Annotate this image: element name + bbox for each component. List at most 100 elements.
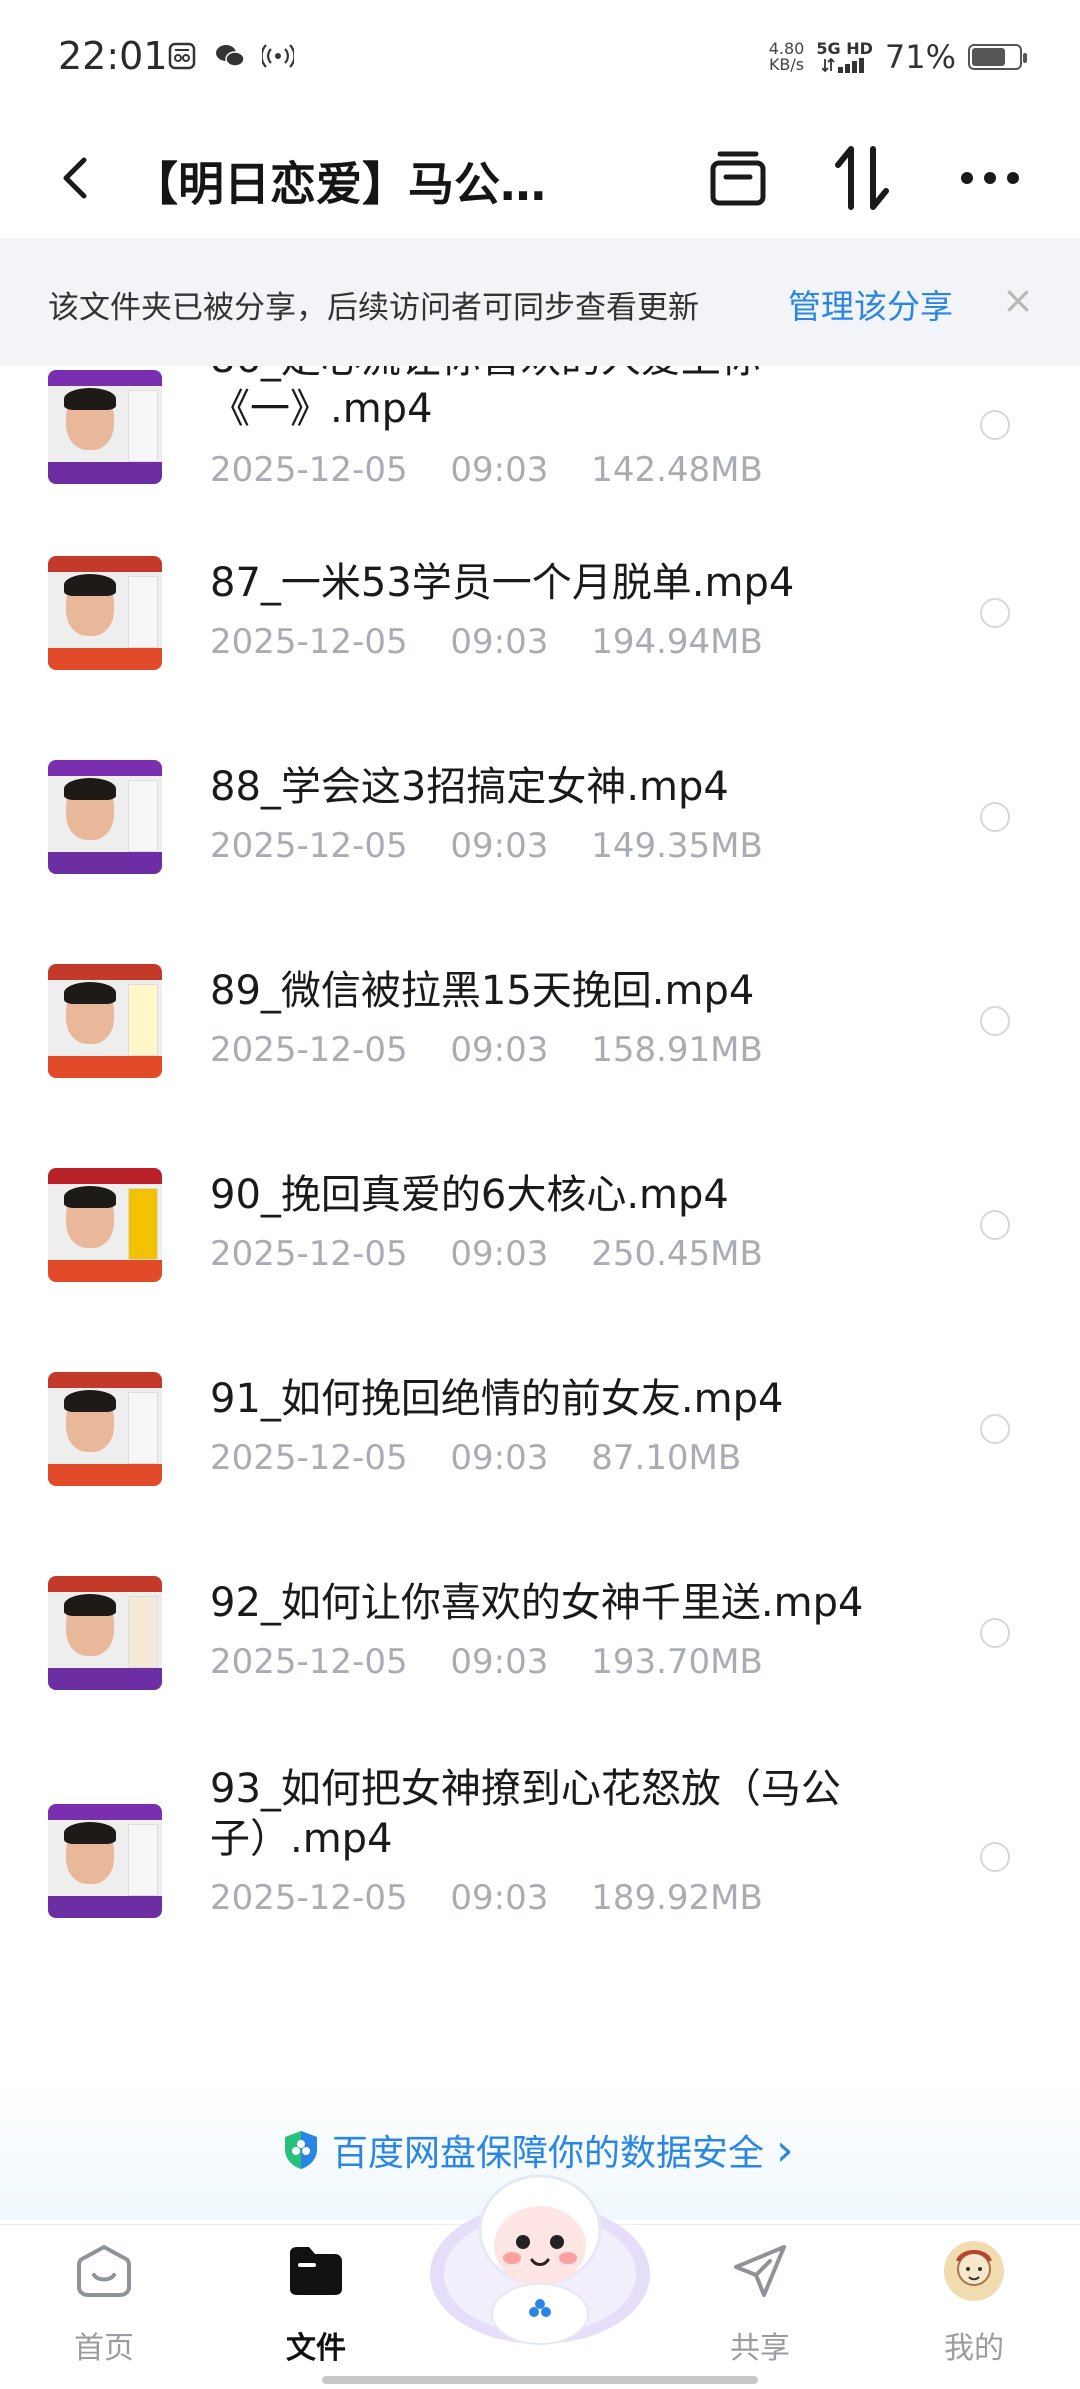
video-thumbnail xyxy=(48,760,162,874)
file-time: 09:03 xyxy=(450,450,549,490)
file-name: 93_如何把女神撩到心花怒放（马公 子）.mp4 xyxy=(210,1764,910,1864)
manage-share-link[interactable]: 管理该分享 xyxy=(788,280,953,328)
back-arrow-icon xyxy=(63,157,87,199)
video-thumbnail xyxy=(48,1168,162,1282)
tab-label: 首页 xyxy=(74,2331,134,2366)
archive-button[interactable] xyxy=(702,142,774,214)
list-item[interactable]: 87_一米53学员一个月脱单.mp4 2025-12-05 09:03 194.… xyxy=(0,556,1080,706)
file-size: 250.45MB xyxy=(591,1234,763,1274)
select-checkbox[interactable] xyxy=(980,802,1010,832)
file-name-line2: 《一》.mp4 xyxy=(210,386,433,432)
file-meta: 2025-12-05 09:03 158.91MB xyxy=(210,1030,763,1070)
tab-home[interactable]: 首页 xyxy=(34,2239,174,2369)
tab-files[interactable]: 文件 xyxy=(246,2239,386,2369)
list-item[interactable]: 91_如何挽回绝情的前女友.mp4 2025-12-05 09:03 87.10… xyxy=(0,1372,1080,1522)
sort-button[interactable] xyxy=(826,142,898,214)
list-item[interactable]: 89_微信被拉黑15天挽回.mp4 2025-12-05 09:03 158.9… xyxy=(0,964,1080,1114)
select-checkbox[interactable] xyxy=(980,1210,1010,1240)
file-time: 09:03 xyxy=(450,1438,549,1478)
home-icon xyxy=(72,2239,136,2303)
file-time: 09:03 xyxy=(450,622,549,662)
sort-icon xyxy=(835,146,889,210)
file-name-line1: 93_如何把女神撩到心花怒放（马公 xyxy=(210,1766,841,1812)
file-date: 2025-12-05 xyxy=(210,1642,408,1682)
notification-icons xyxy=(166,40,294,72)
list-item[interactable]: 90_挽回真爱的6大核心.mp4 2025-12-05 09:03 250.45… xyxy=(0,1168,1080,1318)
select-checkbox[interactable] xyxy=(980,1842,1010,1872)
share-notice-text: 该文件夹已被分享，后续访问者可同步查看更新 xyxy=(48,290,699,326)
file-name-line2: 子）.mp4 xyxy=(210,1816,393,1862)
file-size: 189.92MB xyxy=(591,1878,763,1918)
file-name: 88_学会这3招搞定女神.mp4 xyxy=(210,764,729,810)
list-item[interactable]: 88_学会这3招搞定女神.mp4 2025-12-05 09:03 149.35… xyxy=(0,760,1080,910)
battery-fill xyxy=(972,48,1005,66)
list-item[interactable]: 93_如何把女神撩到心花怒放（马公 子）.mp4 2025-12-05 09:0… xyxy=(0,1766,1080,1966)
file-meta: 2025-12-05 09:03 142.48MB xyxy=(210,450,763,490)
file-name: 90_挽回真爱的6大核心.mp4 xyxy=(210,1172,729,1218)
file-meta: 2025-12-05 09:03 250.45MB xyxy=(210,1234,763,1274)
select-checkbox[interactable] xyxy=(980,1618,1010,1648)
archive-box-icon xyxy=(710,151,766,206)
back-button[interactable] xyxy=(44,146,108,210)
avatar xyxy=(942,2239,1006,2303)
file-time: 09:03 xyxy=(450,1642,549,1682)
file-meta: 2025-12-05 09:03 87.10MB xyxy=(210,1438,741,1478)
battery-percent: 71% xyxy=(884,38,956,76)
file-size: 194.94MB xyxy=(591,622,763,662)
header: 【明日恋爱】马公… xyxy=(0,118,1080,238)
video-thumbnail xyxy=(48,1576,162,1690)
file-time: 09:03 xyxy=(450,1030,549,1070)
list-item[interactable]: 86_走心流让你喜欢的人爱上你 《一》.mp4 2025-12-05 09:03… xyxy=(0,366,1080,496)
file-size: 87.10MB xyxy=(591,1438,742,1478)
signal-block: 5G HD xyxy=(816,41,873,73)
file-date: 2025-12-05 xyxy=(210,1438,408,1478)
select-checkbox[interactable] xyxy=(980,410,1010,440)
tab-label: 共享 xyxy=(730,2331,790,2366)
video-thumbnail xyxy=(48,964,162,1078)
list-item[interactable]: 92_如何让你喜欢的女神千里送.mp4 2025-12-05 09:03 193… xyxy=(0,1576,1080,1726)
file-date: 2025-12-05 xyxy=(210,1030,408,1070)
tab-me[interactable]: 我的 xyxy=(904,2239,1044,2369)
network-type: 5G HD xyxy=(816,39,873,58)
file-list: 86_走心流让你喜欢的人爱上你 《一》.mp4 2025-12-05 09:03… xyxy=(0,366,1080,2066)
battery-icon xyxy=(968,44,1027,70)
hotspot-icon xyxy=(262,40,294,72)
file-time: 09:03 xyxy=(450,1878,549,1918)
close-icon[interactable]: × xyxy=(996,278,1040,322)
share-send-icon xyxy=(728,2239,792,2303)
page-title: 【明日恋爱】马公… xyxy=(132,157,546,211)
more-button[interactable] xyxy=(954,142,1026,214)
video-thumbnail xyxy=(48,556,162,670)
file-time: 09:03 xyxy=(450,1234,549,1274)
select-checkbox[interactable] xyxy=(980,1414,1010,1444)
tab-share[interactable]: 共享 xyxy=(690,2239,830,2369)
file-date: 2025-12-05 xyxy=(210,1234,408,1274)
file-date: 2025-12-05 xyxy=(210,622,408,662)
home-indicator[interactable] xyxy=(322,2376,758,2384)
select-checkbox[interactable] xyxy=(980,1006,1010,1036)
file-name-line1: 86_走心流让你喜欢的人爱上你 xyxy=(210,366,910,384)
mascot-icon xyxy=(430,2174,650,2345)
signal-icon xyxy=(821,57,864,73)
tab-label: 文件 xyxy=(286,2331,346,2366)
video-thumbnail xyxy=(48,370,162,484)
status-right: 4.80 KB/s 5G HD 71% xyxy=(769,38,1027,76)
file-name: 89_微信被拉黑15天挽回.mp4 xyxy=(210,968,755,1014)
status-bar: 22:01 4.80 KB/s 5G HD 71% xyxy=(0,0,1080,118)
net-speed-unit: KB/s xyxy=(768,55,805,74)
file-size: 142.48MB xyxy=(591,450,763,490)
folder-icon xyxy=(284,2239,348,2303)
file-date: 2025-12-05 xyxy=(210,1878,408,1918)
share-notice-banner: 该文件夹已被分享，后续访问者可同步查看更新 管理该分享 × xyxy=(0,238,1080,366)
file-time: 09:03 xyxy=(450,826,549,866)
shield-icon xyxy=(285,2131,317,2169)
video-thumbnail xyxy=(48,1804,162,1918)
select-checkbox[interactable] xyxy=(980,598,1010,628)
assistant-mascot-button[interactable] xyxy=(428,2154,652,2354)
net-speed: 4.80 KB/s xyxy=(769,41,805,73)
file-name: 86_走心流让你喜欢的人爱上你 《一》.mp4 xyxy=(210,366,910,434)
file-name: 91_如何挽回绝情的前女友.mp4 xyxy=(210,1376,784,1422)
app-notification-icon xyxy=(166,40,198,72)
wechat-icon xyxy=(214,40,246,72)
more-icon xyxy=(961,172,1019,184)
